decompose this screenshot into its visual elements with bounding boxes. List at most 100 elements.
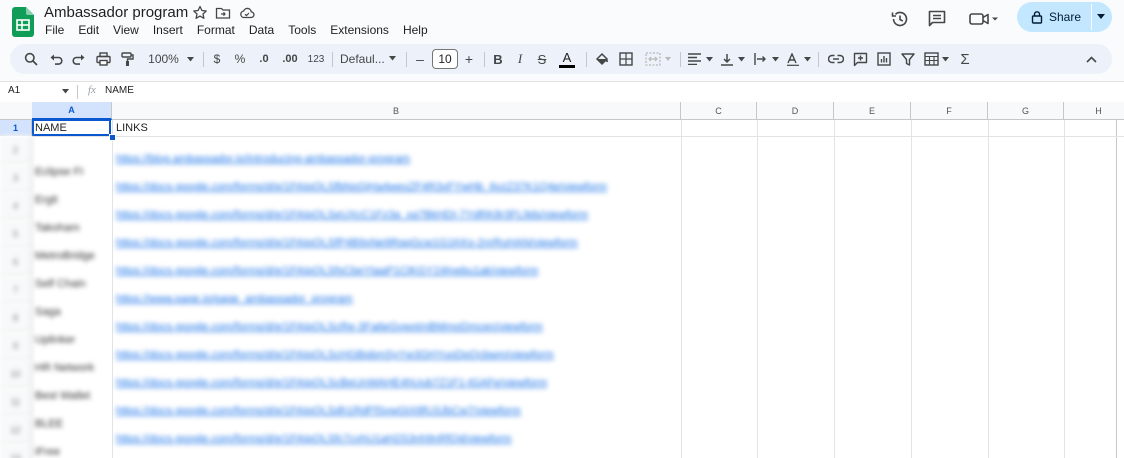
italic-button[interactable]: I bbox=[510, 44, 530, 74]
share-dropdown-icon[interactable] bbox=[1097, 14, 1105, 20]
column-header-a[interactable]: A bbox=[32, 102, 112, 120]
decrease-decimal-button[interactable]: .0 bbox=[253, 44, 275, 74]
name-cell[interactable]: BLEE bbox=[35, 417, 63, 431]
merge-cells-button[interactable] bbox=[641, 44, 675, 74]
link-cell[interactable]: https://docs.google.com/forms/d/e/1FAIpQ… bbox=[116, 264, 538, 278]
name-box-dropdown-icon[interactable] bbox=[62, 89, 69, 94]
name-cell[interactable]: MetroBridge bbox=[35, 249, 95, 263]
column-header-c[interactable]: C bbox=[681, 102, 757, 120]
insert-comment-button[interactable] bbox=[849, 44, 871, 74]
row-header-8[interactable]: 8 bbox=[0, 304, 32, 332]
name-cell[interactable]: Ergit bbox=[35, 193, 58, 207]
row-header-10[interactable]: 10 bbox=[0, 360, 32, 388]
search-menus-button[interactable] bbox=[20, 44, 42, 74]
formula-input[interactable]: NAME bbox=[105, 85, 134, 96]
column-header-d[interactable]: D bbox=[757, 102, 834, 120]
font-size-field[interactable]: 10 bbox=[432, 44, 458, 74]
row-header-12[interactable]: 12 bbox=[0, 416, 32, 444]
create-filter-button[interactable] bbox=[897, 44, 919, 74]
select-all-corner[interactable] bbox=[0, 102, 33, 120]
name-cell[interactable]: Eclipse FI bbox=[35, 165, 83, 179]
name-cell[interactable]: Uplinker bbox=[35, 333, 75, 347]
row-header-2[interactable]: 2 bbox=[0, 136, 32, 164]
font-family-dropdown-icon[interactable] bbox=[389, 56, 396, 61]
sheets-logo-icon[interactable] bbox=[12, 7, 34, 37]
undo-button[interactable] bbox=[45, 44, 67, 74]
link-cell[interactable]: https://docs.google.com/forms/d/e/1FAIpQ… bbox=[116, 320, 543, 334]
name-cell[interactable]: iFree bbox=[35, 445, 60, 458]
name-cell[interactable]: HR Network bbox=[35, 361, 94, 375]
menu-edit[interactable]: Edit bbox=[71, 22, 106, 38]
column-header-e[interactable]: E bbox=[834, 102, 911, 120]
link-cell[interactable]: https://blog.ambassador.io/introducing-a… bbox=[116, 152, 410, 166]
format-percent-button[interactable]: % bbox=[231, 44, 249, 74]
increase-font-size-button[interactable]: + bbox=[461, 44, 477, 74]
fill-handle[interactable] bbox=[109, 134, 116, 141]
menu-insert[interactable]: Insert bbox=[146, 22, 190, 38]
star-icon[interactable] bbox=[192, 5, 208, 21]
name-box[interactable]: A1 bbox=[8, 85, 20, 96]
name-cell[interactable]: Takoham bbox=[35, 221, 80, 235]
row-header-9[interactable]: 9 bbox=[0, 332, 32, 360]
row-header-7[interactable]: 7 bbox=[0, 276, 32, 304]
share-button[interactable]: Share bbox=[1017, 2, 1112, 32]
text-color-button[interactable]: A bbox=[555, 44, 579, 74]
redo-button[interactable] bbox=[68, 44, 90, 74]
link-cell[interactable]: https://docs.google.com/forms/d/e/1FAIpQ… bbox=[116, 236, 578, 250]
row-header-3[interactable]: 3 bbox=[0, 164, 32, 192]
menu-format[interactable]: Format bbox=[190, 22, 242, 38]
version-history-icon[interactable] bbox=[889, 9, 911, 29]
link-cell[interactable]: https://docs.google.com/forms/d/e/1FAIpQ… bbox=[116, 180, 607, 194]
link-cell[interactable]: https://www.page.io/page_ambassador_prog… bbox=[116, 292, 353, 306]
vertical-align-button[interactable] bbox=[717, 44, 749, 74]
filter-views-button[interactable] bbox=[920, 44, 952, 74]
more-formats-button[interactable]: 123 bbox=[305, 44, 327, 74]
menu-extensions[interactable]: Extensions bbox=[323, 22, 396, 38]
menu-data[interactable]: Data bbox=[242, 22, 281, 38]
row-header-13[interactable]: 13 bbox=[0, 444, 32, 458]
print-button[interactable] bbox=[92, 44, 114, 74]
document-title[interactable]: Ambassador program bbox=[44, 3, 188, 23]
link-cell[interactable]: https://docs.google.com/forms/d/e/1FAIpQ… bbox=[116, 432, 512, 446]
menu-help[interactable]: Help bbox=[396, 22, 435, 38]
column-header-f[interactable]: F bbox=[911, 102, 988, 120]
meet-call-icon[interactable] bbox=[967, 9, 1001, 29]
decrease-font-size-button[interactable]: – bbox=[412, 44, 428, 74]
name-cell[interactable]: Best Wallet bbox=[35, 389, 90, 403]
insert-chart-button[interactable] bbox=[873, 44, 895, 74]
menu-file[interactable]: File bbox=[38, 22, 71, 38]
strikethrough-button[interactable]: S bbox=[532, 44, 552, 74]
row-header-6[interactable]: 6 bbox=[0, 248, 32, 276]
borders-button[interactable] bbox=[615, 44, 637, 74]
link-cell[interactable]: https://docs.google.com/forms/d/e/1FAIpQ… bbox=[116, 376, 547, 390]
insert-link-button[interactable] bbox=[825, 44, 847, 74]
row-header-11[interactable]: 11 bbox=[0, 388, 32, 416]
column-header-g[interactable]: G bbox=[988, 102, 1064, 120]
column-header-h[interactable]: H bbox=[1064, 102, 1124, 120]
name-cell[interactable]: Saga bbox=[35, 305, 61, 319]
bold-button[interactable]: B bbox=[488, 44, 508, 74]
link-cell[interactable]: https://docs.google.com/forms/d/e/1FAIpQ… bbox=[116, 348, 554, 362]
row-header-1[interactable]: 1 bbox=[0, 120, 32, 136]
horizontal-align-button[interactable] bbox=[684, 44, 716, 74]
paint-format-button[interactable] bbox=[116, 44, 138, 74]
cloud-status-icon[interactable] bbox=[239, 5, 255, 21]
move-folder-icon[interactable] bbox=[215, 5, 231, 21]
header-cell-links[interactable]: LINKS bbox=[116, 121, 148, 135]
functions-button[interactable]: Σ bbox=[954, 44, 976, 74]
zoom-select[interactable]: 100% bbox=[144, 44, 198, 74]
link-cell[interactable]: https://docs.google.com/forms/d/e/1FAIpQ… bbox=[116, 404, 521, 418]
comments-icon[interactable] bbox=[926, 9, 948, 29]
text-rotation-button[interactable] bbox=[782, 44, 814, 74]
name-cell[interactable]: Self Chain bbox=[35, 277, 86, 291]
row-header-4[interactable]: 4 bbox=[0, 192, 32, 220]
menu-tools[interactable]: Tools bbox=[281, 22, 323, 38]
text-wrapping-button[interactable] bbox=[750, 44, 782, 74]
row-header-5[interactable]: 5 bbox=[0, 220, 32, 248]
format-currency-button[interactable]: $ bbox=[208, 44, 226, 74]
increase-decimal-button[interactable]: .00 bbox=[278, 44, 302, 74]
link-cell[interactable]: https://docs.google.com/forms/d/e/1FAIpQ… bbox=[116, 208, 588, 222]
fill-color-button[interactable] bbox=[591, 44, 613, 74]
column-header-b[interactable]: B bbox=[112, 102, 681, 120]
collapse-toolbar-button[interactable] bbox=[1080, 44, 1102, 74]
